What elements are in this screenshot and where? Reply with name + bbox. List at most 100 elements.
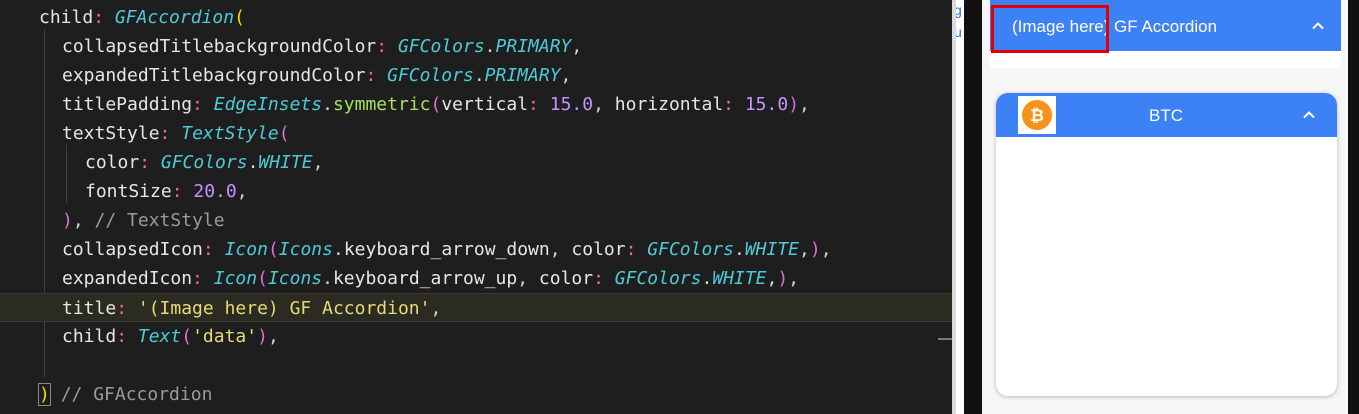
code-token: expandedTitlebackgroundColor: [62, 65, 366, 86]
code-line[interactable]: [0, 351, 952, 380]
code-token: (: [278, 123, 290, 144]
code-token: EdgeInsets: [213, 94, 323, 115]
code-token: ): [257, 326, 268, 347]
code-token: PRIMARY: [495, 36, 572, 57]
code-token: ): [38, 383, 51, 406]
svg-text:₿: ₿: [1030, 106, 1044, 126]
code-token: Icons: [278, 239, 333, 260]
code-line[interactable]: title: '(Image here) GF Accordion',: [0, 293, 952, 322]
code-line[interactable]: collapsedIcon: Icon(Icons.keyboard_arrow…: [0, 235, 952, 264]
code-token: ,: [549, 239, 572, 260]
code-token: .: [322, 94, 333, 115]
code-token: Icon: [224, 239, 268, 260]
code-token: ,: [560, 65, 572, 86]
code-line[interactable]: titlePadding: EdgeInsets.symmetric(verti…: [0, 90, 952, 119]
code-token: (: [257, 268, 268, 289]
code-token: GFColors: [397, 36, 485, 57]
code-token: 'data': [192, 326, 258, 347]
code-token: .: [484, 36, 496, 57]
code-token: ,: [571, 36, 583, 57]
code-token: ): [62, 210, 73, 231]
code-token: :: [723, 94, 745, 115]
keyboard-arrow-up-icon[interactable]: [1301, 107, 1317, 123]
code-token: color: [85, 152, 140, 173]
code-line[interactable]: ) // GFAccordion: [0, 380, 952, 409]
code-token: fontSize: [85, 181, 172, 202]
code-token: :: [192, 94, 214, 115]
code-token: :: [376, 36, 398, 57]
browser-edge-char: u: [956, 24, 962, 40]
code-token: PRIMARY: [484, 65, 561, 86]
code-text: ) // GFAccordion: [38, 380, 213, 409]
code-token: Text: [137, 326, 182, 347]
code-token: child: [62, 326, 117, 347]
code-token: GFColors: [160, 152, 248, 173]
code-token: .: [322, 268, 333, 289]
code-text: expandedIcon: Icon(Icons.keyboard_arrow_…: [62, 264, 799, 293]
code-token: GFAccordion: [114, 7, 235, 28]
code-token: GFColors: [614, 268, 702, 289]
code-text: expandedTitlebackgroundColor: GFColors.P…: [62, 61, 571, 90]
code-token: // GFAccordion: [60, 384, 213, 405]
code-token: keyboard_arrow_down: [343, 239, 550, 260]
code-editor[interactable]: child: GFAccordion(collapsedTitlebackgro…: [0, 0, 952, 414]
code-token: :: [139, 152, 161, 173]
code-token: titlePadding: [62, 94, 193, 115]
code-token: 15.0: [549, 94, 594, 115]
code-token: :: [171, 181, 194, 202]
code-token: // TextStyle: [94, 210, 225, 231]
code-text: collapsedIcon: Icon(Icons.keyboard_arrow…: [62, 235, 832, 264]
scrollbar-marker[interactable]: [938, 338, 952, 340]
code-token: .: [473, 65, 485, 86]
code-token: title: [62, 298, 117, 319]
browser-edge: g u: [956, 0, 964, 414]
code-line[interactable]: child: GFAccordion(: [0, 3, 952, 32]
code-token: vertical: [441, 94, 529, 115]
code-line[interactable]: ), // TextStyle: [0, 206, 952, 235]
accordion-2: ₿ BTC: [996, 93, 1337, 396]
accordion-2-title: BTC: [1149, 106, 1183, 125]
keyboard-arrow-up-icon[interactable]: [1310, 18, 1326, 34]
code-token: ,: [517, 268, 539, 289]
code-line[interactable]: expandedTitlebackgroundColor: GFColors.P…: [0, 61, 952, 90]
code-token: ,: [766, 268, 778, 289]
code-line[interactable]: expandedIcon: Icon(Icons.keyboard_arrow_…: [0, 264, 952, 293]
code-line[interactable]: collapsedTitlebackgroundColor: GFColors.…: [0, 32, 952, 61]
code-text: titlePadding: EdgeInsets.symmetric(verti…: [62, 90, 810, 119]
code-token: keyboard_arrow_up: [332, 268, 518, 289]
code-token: (: [430, 94, 442, 115]
code-token: collapsedTitlebackgroundColor: [62, 36, 377, 57]
code-line[interactable]: color: GFColors.WHITE,: [0, 148, 952, 177]
code-text: ), // TextStyle: [62, 206, 225, 235]
code-token: WHITE: [712, 268, 767, 289]
code-token: :: [93, 7, 115, 28]
code-token: ,: [312, 152, 324, 173]
device-screen: (Image here) GF Accordion ₿ BTC: [982, 0, 1348, 414]
code-token: ): [777, 268, 789, 289]
code-line[interactable]: child: Text('data'),: [0, 322, 952, 351]
code-token: ,: [267, 326, 279, 347]
code-text: collapsedTitlebackgroundColor: GFColors.…: [62, 32, 582, 61]
code-token: .: [701, 268, 713, 289]
code-token: ,: [236, 181, 248, 202]
code-token: (: [234, 7, 245, 28]
code-text: color: GFColors.WHITE,: [85, 148, 323, 177]
code-token: :: [116, 298, 138, 319]
code-token: expandedIcon: [62, 268, 193, 289]
accordion-2-title-bar[interactable]: ₿ BTC: [996, 93, 1337, 137]
annotation-highlight-box: [991, 5, 1109, 53]
code-line[interactable]: fontSize: 20.0,: [0, 177, 952, 206]
code-token: .: [733, 239, 745, 260]
code-token: ,: [799, 239, 810, 260]
code-token: WHITE: [258, 152, 313, 173]
code-text: child: GFAccordion(: [39, 3, 245, 32]
code-token: 15.0: [744, 94, 789, 115]
code-token: collapsedIcon: [62, 239, 203, 260]
code-text: title: '(Image here) GF Accordion',: [62, 294, 441, 323]
code-line[interactable]: textStyle: TextStyle(: [0, 119, 952, 148]
device-bezel: [1348, 0, 1359, 414]
code-token: GFColors: [647, 239, 734, 260]
code-token: ): [788, 94, 800, 115]
code-token: horizontal: [614, 94, 724, 115]
